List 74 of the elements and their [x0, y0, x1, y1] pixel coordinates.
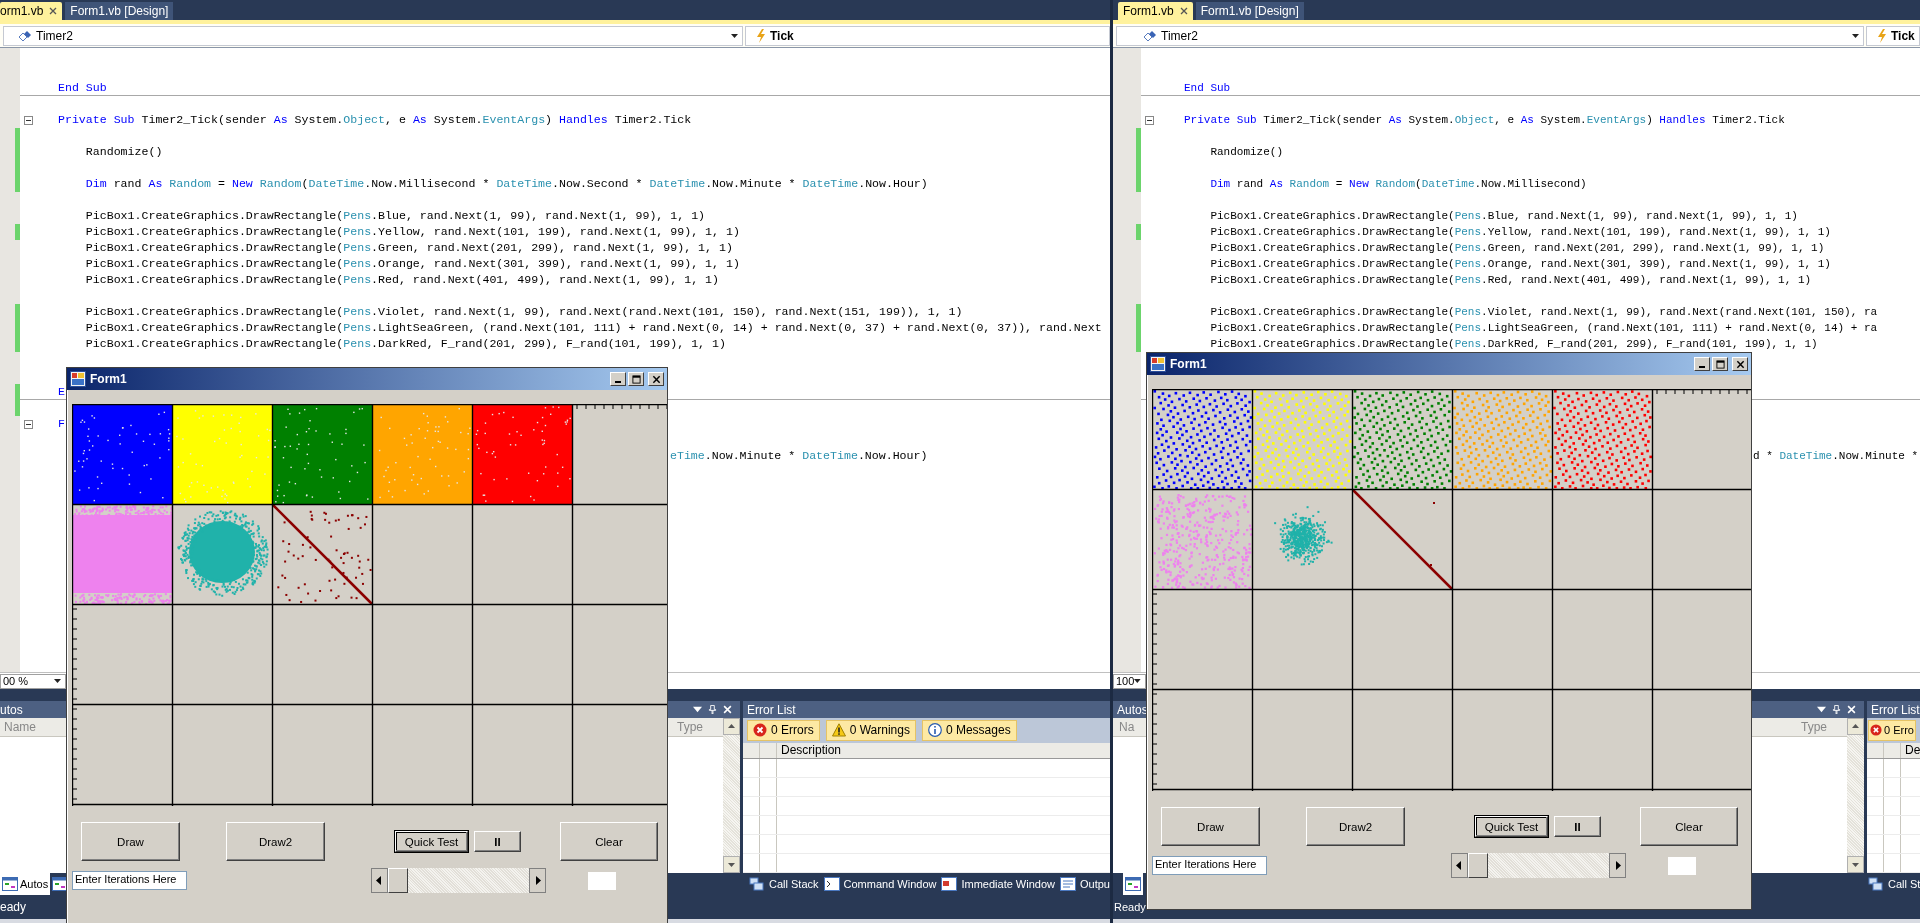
code-line: End Sub [58, 80, 107, 96]
code-line: PicBox1.CreateGraphics.DrawRectangle(Pens.Violet, rand.Next(1, 99), rand.Next(rand.Next(101, 150), rand.Next(151, 199)), 1, 1) [84, 304, 963, 320]
column-label: Type [677, 720, 704, 734]
zoom-dropdown[interactable]: 100 [1113, 673, 1146, 689]
warning-filter-button[interactable]: 0 Warnings [825, 719, 916, 741]
object-dropdown[interactable]: Timer2 [3, 25, 743, 46]
code-line: PicBox1.CreateGraphics.DrawRectangle(Pens.Red, rand.Next(401, 499), rand.Next(1, 99), 1, 1) [84, 272, 719, 288]
code-line: PicBox1.CreateGraphics.DrawRectangle(Pens.Orange, rand.Next(301, 399), rand.Next(1, 99), 1, 1) [84, 256, 740, 272]
form-button[interactable]: Draw2 [1306, 807, 1405, 846]
code-line: PicBox1.CreateGraphics.DrawRectangle(Pens.Yellow, rand.Next(101, 199), rand.Next(1, 99), 1, 1) [84, 224, 740, 240]
stack-window-tab[interactable]: Call St [1867, 873, 1920, 895]
event-dropdown[interactable]: Tick [1866, 25, 1920, 46]
code-line: Randomize() [84, 144, 163, 160]
form-button[interactable]: Clear [560, 822, 658, 861]
zoom-dropdown[interactable]: 00 % [0, 673, 66, 689]
panel-title: Autos [1117, 702, 1149, 717]
code-line: PicBox1.CreateGraphics.DrawRectangle(Pens.Green, rand.Next(201, 299), rand.Next(1, 99), 1, 1) [84, 240, 733, 256]
panel-title: utos [0, 702, 24, 717]
error-filter-button[interactable]: 0 Errors [747, 719, 820, 741]
panel-title: Error List [747, 702, 797, 717]
autos-tab[interactable]: Autos [0, 873, 51, 895]
command-window-tab[interactable]: Command Window [823, 873, 937, 895]
column-label: De [1904, 743, 1920, 758]
code-line: Dim rand As Random = New Random(DateTime.Now.Millisecond) [1209, 177, 1587, 192]
code-line: End Sub [1184, 81, 1231, 96]
document-tab[interactable]: Form1.vb [Design] [65, 2, 174, 20]
form-button[interactable]: II [474, 831, 521, 852]
code-line: F [58, 416, 65, 432]
form-button[interactable]: Draw2 [226, 822, 325, 861]
code-line: Private Sub Timer2_Tick(sender As System.Object, e As System.EventArgs) Handles Timer2.Tick [58, 112, 692, 128]
code-line: E [58, 384, 65, 400]
code-line: PicBox1.CreateGraphics.DrawRectangle(Pens.DarkRed, F_rand(201, 299), F_rand(101, 199), 1, 1) [84, 336, 726, 352]
code-line: PicBox1.CreateGraphics.DrawRectangle(Pens.Green, rand.Next(201, 299), rand.Next(1, 99), 1, 1) [1209, 241, 1825, 256]
code-line: d * DateTime.Now.Minute * [1753, 449, 1919, 464]
code-line: PicBox1.CreateGraphics.DrawRectangle(Pens.Violet, rand.Next(1, 99), rand.Next(rand.Next(101, 150), ra [1209, 305, 1878, 320]
output-window-tab[interactable]: Outpu [1060, 873, 1110, 895]
code-line: PicBox1.CreateGraphics.DrawRectangle(Pens.Yellow, rand.Next(101, 199), rand.Next(1, 99), 1, 1) [1209, 225, 1831, 240]
document-tab[interactable]: Form1.vb [Design] [1195, 2, 1304, 20]
event-dropdown[interactable]: Tick [745, 25, 1110, 46]
code-line: PicBox1.CreateGraphics.DrawRectangle(Pens.LightSeaGreen, (rand.Next(101, 111) + rand.Next(0, 14) + rand.Next(0, 37) + rand.Next(0, 37)), rand.Next [84, 320, 1102, 336]
iterations-field[interactable]: Enter Iterations Here [72, 871, 187, 890]
iterations-field[interactable]: Enter Iterations Here [1152, 856, 1267, 875]
code-line: PicBox1.CreateGraphics.DrawRectangle(Pens.Red, rand.Next(401, 499), rand.Next(1, 99), 1, 1) [1209, 273, 1812, 288]
object-dropdown[interactable]: Timer2 [1116, 25, 1864, 46]
form-button[interactable]: Clear [1640, 807, 1738, 846]
form-button[interactable]: II [1554, 816, 1601, 837]
column-label: Description [780, 743, 842, 758]
error-filter-button[interactable]: 0 Erro [1868, 719, 1916, 741]
form-button[interactable]: Quick Test [1475, 816, 1548, 837]
stack-window-tab[interactable]: Call Stack [749, 873, 819, 895]
column-label: Na [1119, 720, 1136, 734]
status-text: eady [0, 900, 27, 914]
info-filter-button[interactable]: 0 Messages [921, 719, 1017, 741]
code-line: PicBox1.CreateGraphics.DrawRectangle(Pens.Blue, rand.Next(1, 99), rand.Next(1, 99), 1, 1) [1209, 209, 1798, 224]
code-line: Private Sub Timer2_Tick(sender As System.Object, e As System.EventArgs) Handles Timer2.Tick [1184, 113, 1785, 128]
column-label: Name [4, 720, 37, 734]
code-line: PicBox1.CreateGraphics.DrawRectangle(Pens.Blue, rand.Next(1, 99), rand.Next(1, 99), 1, 1) [84, 208, 706, 224]
code-line: PicBox1.CreateGraphics.DrawRectangle(Pens.DarkRed, F_rand(201, 299), F_rand(101, 199), 1, 1) [1209, 337, 1818, 352]
window-title: Form1 [1170, 357, 1208, 371]
code-line: Dim rand As Random = New Random(DateTime.Now.Millisecond * DateTime.Now.Second * DateTime.Now.Minute * DateTime.Now.Hour) [84, 176, 928, 192]
document-tab[interactable]: orm1.vb [0, 2, 63, 20]
status-text: Ready [1114, 901, 1146, 913]
form-button[interactable]: Draw [1161, 807, 1260, 846]
document-tab[interactable]: Form1.vb [1118, 2, 1193, 20]
code-line: eTime.Now.Minute * DateTime.Now.Hour) [670, 448, 928, 464]
form-button[interactable]: Quick Test [395, 831, 468, 852]
code-line: PicBox1.CreateGraphics.DrawRectangle(Pens.Orange, rand.Next(301, 399), rand.Next(1, 99), 1, 1) [1209, 257, 1831, 272]
code-line: Randomize() [1209, 145, 1283, 160]
form-button[interactable]: Draw [81, 822, 180, 861]
window-title: Form1 [90, 372, 128, 386]
column-label: Type [1801, 720, 1828, 734]
panel-title: Error List [1871, 702, 1920, 717]
code-line: PicBox1.CreateGraphics.DrawRectangle(Pens.LightSeaGreen, (rand.Next(101, 111) + rand.Next(0, 14) + ra [1209, 321, 1878, 336]
immediate-window-tab[interactable]: Immediate Window [941, 873, 1055, 895]
